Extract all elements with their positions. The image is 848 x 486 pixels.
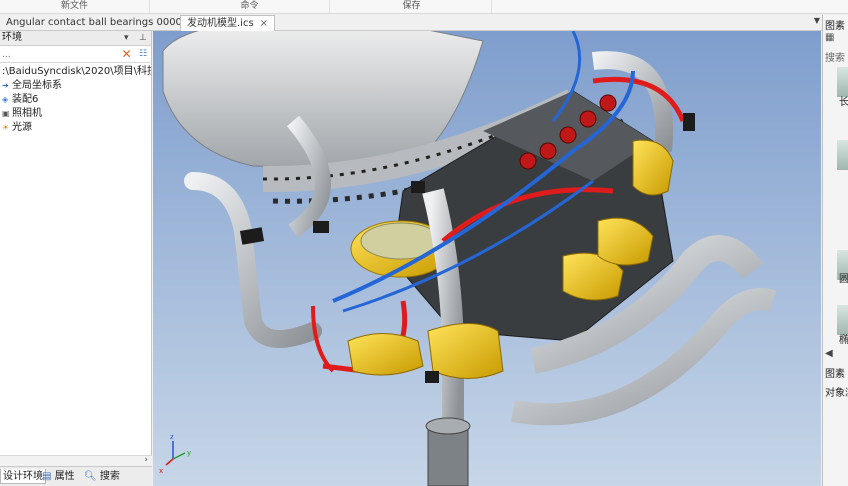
pin-icon[interactable]: ⊥ xyxy=(139,31,147,45)
valve-disc xyxy=(519,152,537,170)
command-menu[interactable]: 命令 xyxy=(170,0,330,13)
tab-dropdown-icon[interactable]: ▼ xyxy=(814,16,820,25)
arrow-icon: ➔ xyxy=(2,81,9,90)
panel-bottom-tabs: 设计环境 ▤ 属性 🔍︎ 搜索 xyxy=(0,466,152,486)
scroll-left-icon[interactable]: ◀ xyxy=(825,348,833,359)
tab-label: 属性 xyxy=(54,471,75,482)
tree-item-label: 全局坐标系 xyxy=(12,80,62,91)
list-icon[interactable]: ▦ xyxy=(825,32,834,43)
yellow-part xyxy=(427,323,504,379)
tree-item-label: :\BaiduSyncdisk\2020\项目\科技部 xyxy=(2,66,151,77)
axis-triad-icon: z y x xyxy=(159,433,191,475)
axis-y-label: y xyxy=(187,449,191,457)
elements-panel: 图素 ▦ 搜索 长 圆 椭 ◀ 图素 对象浏 xyxy=(822,15,848,486)
valve-disc xyxy=(539,142,557,160)
tree-item-camera[interactable]: ▣ 照相机 xyxy=(0,107,151,121)
tree-item-label: 照相机 xyxy=(12,108,42,119)
save-command[interactable]: 保存 xyxy=(332,0,492,13)
panel-menu-icon[interactable]: ▾ xyxy=(124,31,129,45)
tree-item-global-coords[interactable]: ➔ 全局坐标系 xyxy=(0,79,151,93)
top-command-bar: 新文件 命令 保存 xyxy=(0,0,848,14)
element-label: 圆 xyxy=(839,274,848,285)
3d-viewport[interactable]: z y x xyxy=(153,31,821,486)
connector xyxy=(411,181,425,193)
valve-disc xyxy=(599,94,617,112)
tab-engine-model[interactable]: 发动机模型.ics × xyxy=(180,15,276,31)
tab-label: 搜索 xyxy=(99,471,120,482)
clear-icon[interactable]: ✕ xyxy=(120,47,133,61)
light-icon: ☀ xyxy=(2,123,10,132)
panel-header: 环境 ▾ ⊥ xyxy=(0,31,151,46)
tab-label: Angular contact ball bearings 00000.ics xyxy=(6,17,205,28)
tab-label: 设计环境 xyxy=(3,471,43,482)
nozzle-rim xyxy=(425,417,471,435)
nozzle xyxy=(427,425,469,486)
scroll-right-icon[interactable]: › xyxy=(144,455,148,465)
element-label: 长 xyxy=(839,97,848,108)
panel-title: 图素 xyxy=(825,21,845,32)
axis-x-label: x xyxy=(159,467,163,475)
app-window: 新文件 命令 保存 Angular contact ball bearings … xyxy=(0,0,848,486)
document-tabs: Angular contact ball bearings 00000.ics … xyxy=(0,15,822,31)
design-environment-panel: 环境 ▾ ⊥ ✕ ☷ :\BaiduSyncdisk\2020\项目\科技部 ➔… xyxy=(0,31,152,486)
pipe-left xyxy=(184,172,322,348)
assembly-icon: ◈ xyxy=(2,95,9,104)
tree-item-path[interactable]: :\BaiduSyncdisk\2020\项目\科技部 xyxy=(0,65,151,79)
axis-z-label: z xyxy=(170,433,174,441)
camera-icon: ▣ xyxy=(2,109,10,118)
red-pipe-4 xyxy=(311,305,335,373)
tree-item-assembly[interactable]: ◈ 装配6 xyxy=(0,93,151,107)
tab-bearings-doc[interactable]: Angular contact ball bearings 00000.ics xyxy=(0,15,205,31)
tab-elements[interactable]: 图素 xyxy=(825,365,845,380)
valve-disc xyxy=(579,110,597,128)
connector xyxy=(313,221,329,233)
search-field[interactable]: 搜索 xyxy=(825,49,845,64)
connector xyxy=(425,371,439,383)
close-icon[interactable]: × xyxy=(260,16,268,31)
valve-disc xyxy=(559,126,577,144)
properties-icon: ▤ xyxy=(42,471,52,482)
panel-title: 环境 xyxy=(2,32,22,43)
connector xyxy=(683,113,695,131)
tab-object-browser[interactable]: 对象浏 xyxy=(825,384,848,399)
search-icon: 🔍︎ xyxy=(84,471,97,482)
horizontal-scrollbar[interactable]: › xyxy=(0,455,152,466)
scene-tree: :\BaiduSyncdisk\2020\项目\科技部 ➔ 全局坐标系 ◈ 装配6 … xyxy=(0,63,151,135)
yellow-part xyxy=(347,333,424,376)
element-thumb[interactable] xyxy=(837,140,848,170)
new-file-command[interactable]: 新文件 xyxy=(0,0,150,13)
search-input[interactable] xyxy=(2,48,114,61)
tab-label: 发动机模型.ics xyxy=(187,18,254,29)
tab-search[interactable]: 🔍︎ 搜索 xyxy=(84,469,120,484)
tab-properties[interactable]: ▤ 属性 xyxy=(42,469,75,484)
tab-design-environment[interactable]: 设计环境 xyxy=(0,469,46,484)
element-label: 椭 xyxy=(839,335,848,346)
tree-item-label: 装配6 xyxy=(12,94,39,105)
filter-icon[interactable]: ☷ xyxy=(136,47,150,61)
engine-model-render: z y x xyxy=(159,31,777,486)
panel-search-bar: ✕ ☷ xyxy=(0,46,151,63)
tree-item-label: 光源 xyxy=(12,122,32,133)
tree-item-light[interactable]: ☀ 光源 xyxy=(0,121,151,135)
